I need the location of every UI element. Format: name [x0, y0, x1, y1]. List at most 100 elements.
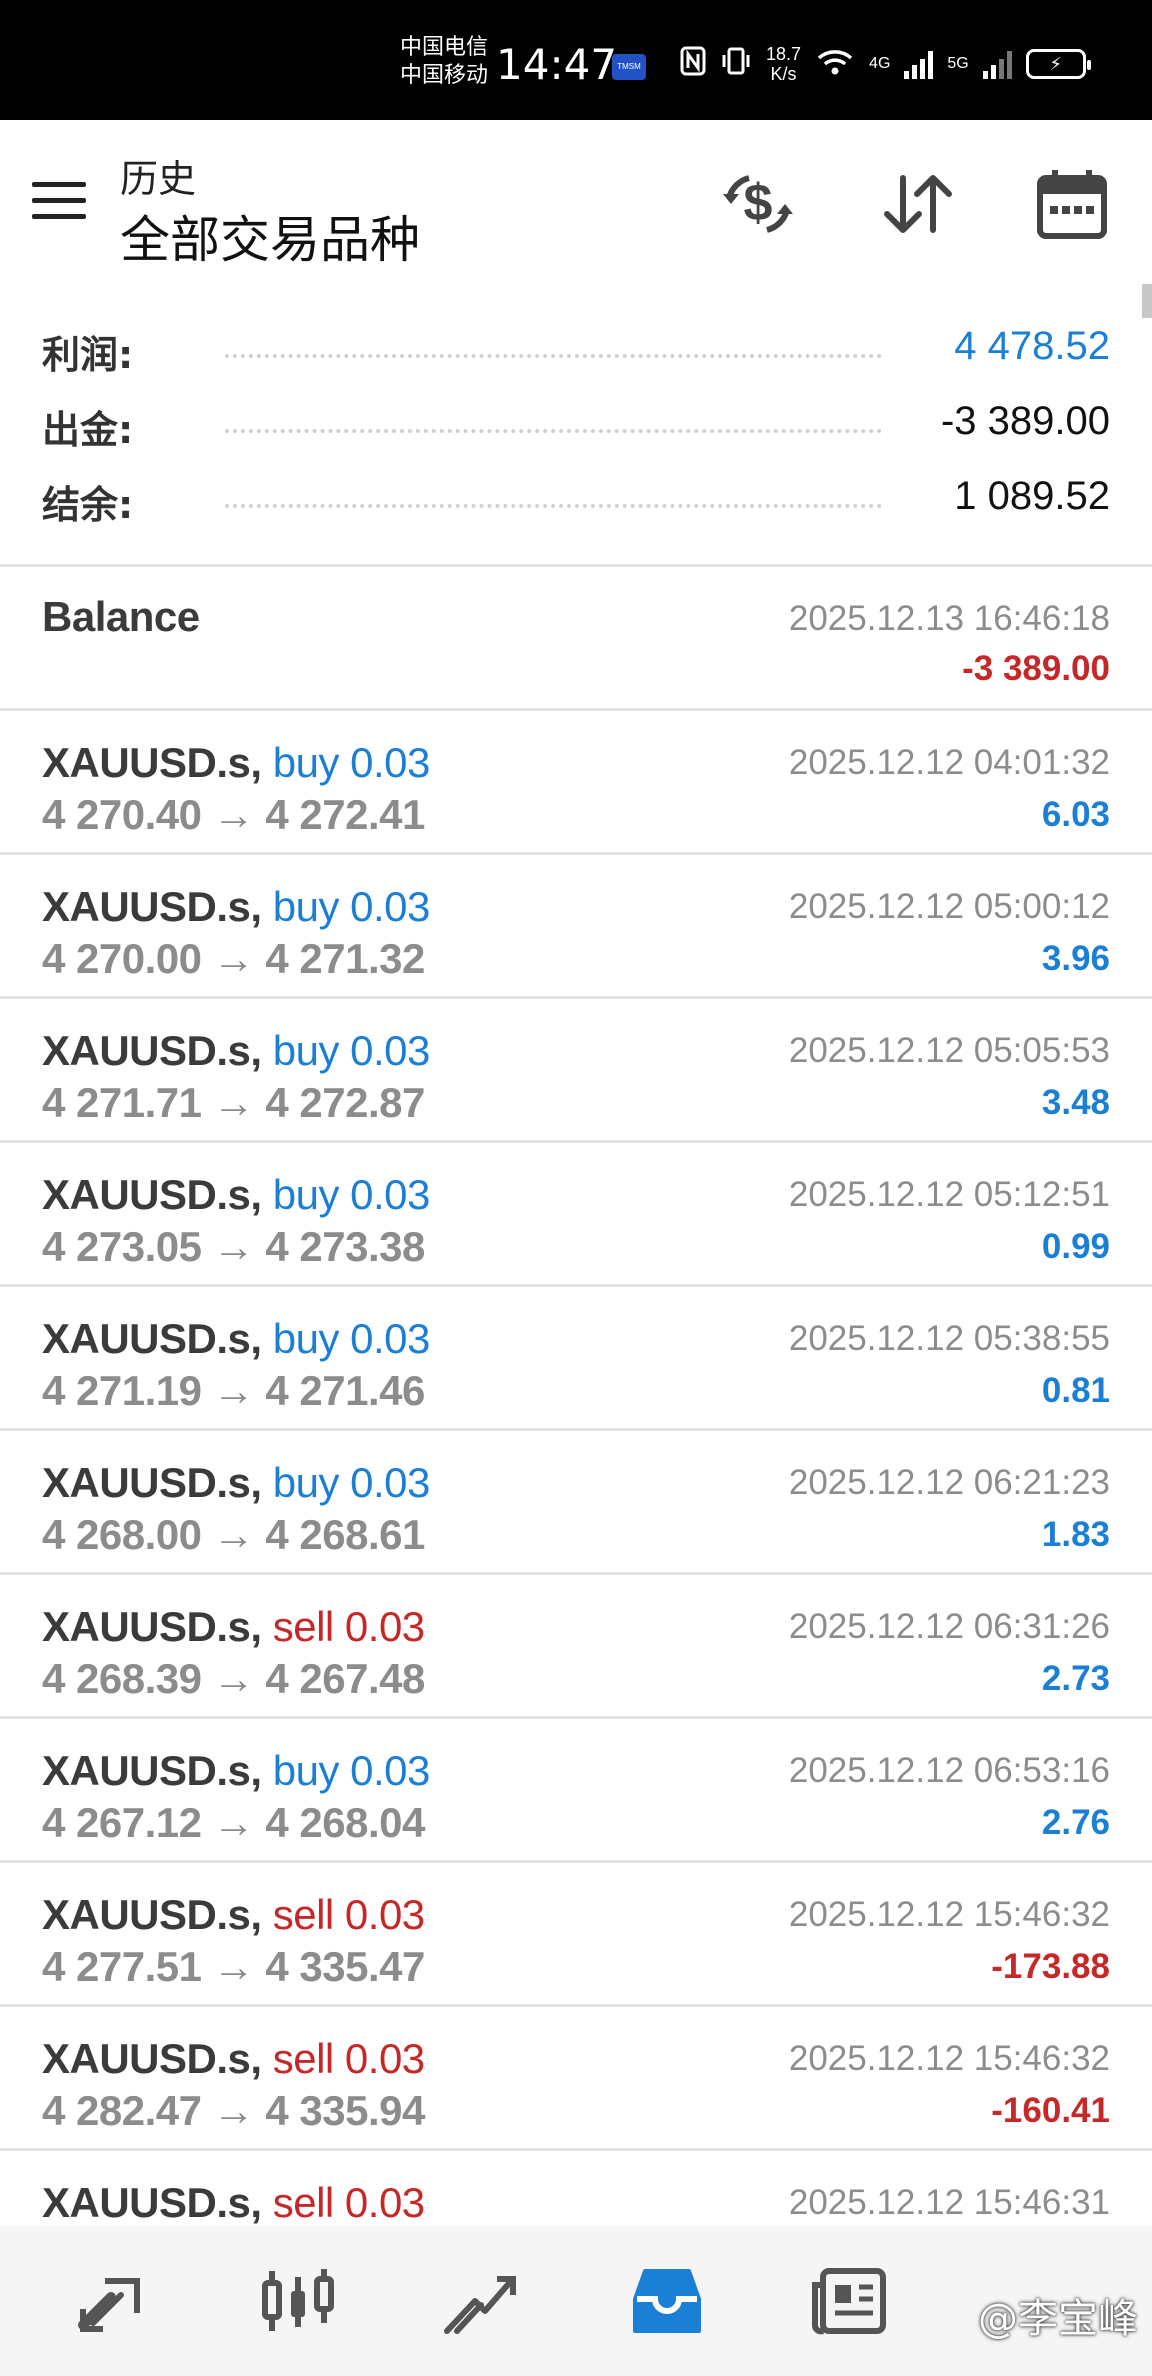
vibrate-icon	[720, 46, 752, 82]
trade-symbol: XAUUSD.s,	[42, 883, 262, 930]
trade-row[interactable]: XAUUSD.s, buy 0.03 4 273.05 → 4 273.38 202…	[0, 1143, 1152, 1287]
menu-icon-bar	[32, 198, 86, 203]
trade-close-price: 4 335.47	[265, 1943, 425, 1990]
trade-side: sell 0.03	[272, 1891, 425, 1938]
trade-prices: 4 268.00 → 4 268.61	[42, 1511, 425, 1559]
calendar-icon[interactable]	[1032, 164, 1112, 244]
arrow-right-icon: →	[212, 1511, 255, 1558]
trade-title: XAUUSD.s, buy 0.03	[42, 1315, 430, 1363]
trade-open-price: 4 267.12	[42, 1799, 202, 1846]
trade-time: 2025.12.12 15:46:32	[788, 1895, 1110, 1934]
trade-symbol: XAUUSD.s,	[42, 2035, 262, 2082]
trade-time: 2025.12.12 06:31:26	[788, 1607, 1110, 1646]
status-bar: 中国电信 中国移动 14:47 TMSM 18.7 K/s 4G 5G ⚡	[0, 0, 1152, 120]
app-header: 历史 全部交易品种 $	[0, 120, 1152, 280]
trade-symbol: XAUUSD.s,	[42, 1603, 262, 1650]
chart-icon[interactable]	[252, 2256, 342, 2346]
trade-row[interactable]: XAUUSD.s, buy 0.03 4 267.12 → 4 268.04 202…	[0, 1719, 1152, 1863]
trade-time: 2025.12.12 05:05:53	[788, 1031, 1110, 1070]
trade-title: XAUUSD.s, sell 0.03	[42, 1603, 425, 1651]
trade-open-price: 4 271.71	[42, 1079, 202, 1126]
nfc-icon	[680, 46, 706, 82]
arrow-right-icon: →	[212, 2087, 255, 2134]
trade-title: XAUUSD.s, buy 0.03	[42, 1747, 430, 1795]
trade-row[interactable]: XAUUSD.s, sell 0.03 4 277.51 → 4 335.47 20…	[0, 1863, 1152, 2007]
trade-profit: -173.88	[991, 1947, 1110, 1986]
trade-side: sell 0.03	[272, 2035, 425, 2082]
svg-text:$: $	[744, 174, 773, 232]
arrow-right-icon: →	[212, 791, 255, 838]
trade-time: 2025.12.12 04:01:32	[788, 743, 1110, 782]
trade-close-price: 4 271.46	[265, 1367, 425, 1414]
trade-side: buy 0.03	[272, 1027, 431, 1074]
trade-title: XAUUSD.s, sell 0.03	[42, 1891, 425, 1939]
trade-symbol: XAUUSD.s,	[42, 2179, 262, 2226]
network-speed: 18.7 K/s	[766, 44, 801, 84]
trade-profit: 3.48	[1041, 1083, 1110, 1122]
trade-row[interactable]: XAUUSD.s, buy 0.03 4 271.19 → 4 271.46 202…	[0, 1287, 1152, 1431]
arrow-right-icon: →	[212, 1799, 255, 1846]
trade-profit: 6.03	[1041, 795, 1110, 834]
trade-row[interactable]: XAUUSD.s, buy 0.03 4 270.00 → 4 271.32 202…	[0, 855, 1152, 999]
leader-dots	[225, 354, 882, 358]
trade-profit: 0.81	[1041, 1371, 1110, 1410]
trade-open-price: 4 270.00	[42, 935, 202, 982]
menu-button[interactable]	[32, 182, 86, 222]
sort-icon[interactable]	[878, 164, 958, 244]
history-list: Balance 2025.12.13 16:46:18 -3 389.00 XA…	[0, 564, 1152, 2295]
balance-entry[interactable]: Balance 2025.12.13 16:46:18 -3 389.00	[0, 567, 1152, 711]
summary-value: -3 389.00	[940, 399, 1110, 443]
bottom-nav: @李宝峰	[0, 2226, 1152, 2376]
watermark: @李宝峰	[978, 2296, 1138, 2342]
currency-exchange-icon[interactable]: $	[718, 164, 798, 244]
symbol-filter-title[interactable]: 全部交易品种	[120, 200, 420, 272]
trade-side: buy 0.03	[272, 1459, 431, 1506]
trade-time: 2025.12.12 05:38:55	[788, 1319, 1110, 1358]
trade-row[interactable]: XAUUSD.s, buy 0.03 4 268.00 → 4 268.61 202…	[0, 1431, 1152, 1575]
signal-2-icon	[982, 49, 1012, 79]
quotes-icon[interactable]	[70, 2256, 160, 2346]
entry-time: 2025.12.13 16:46:18	[788, 599, 1110, 638]
trade-profit: 2.73	[1041, 1659, 1110, 1698]
trade-title: XAUUSD.s, buy 0.03	[42, 1459, 430, 1507]
history-icon[interactable]	[622, 2256, 712, 2346]
summary-row-balance: 结余: 1 089.52	[0, 460, 1152, 535]
trade-profit: 0.99	[1041, 1227, 1110, 1266]
summary-label: 利润:	[42, 333, 134, 377]
trade-open-price: 4 282.47	[42, 2087, 202, 2134]
status-time: 14:47	[496, 40, 618, 89]
summary-row-profit: 利润: 4 478.52	[0, 310, 1152, 385]
news-icon[interactable]	[804, 2256, 894, 2346]
trade-open-price: 4 271.19	[42, 1367, 202, 1414]
trade-time: 2025.12.12 15:46:31	[788, 2183, 1110, 2222]
page-title: 历史	[120, 157, 197, 201]
trade-side: buy 0.03	[272, 1171, 431, 1218]
entry-amount: -3 389.00	[962, 649, 1110, 688]
trade-prices: 4 270.40 → 4 272.41	[42, 791, 425, 839]
trade-symbol: XAUUSD.s,	[42, 1027, 262, 1074]
trade-prices: 4 268.39 → 4 267.48	[42, 1655, 425, 1703]
menu-icon-bar	[32, 182, 86, 187]
speed-unit: K/s	[770, 64, 797, 84]
trade-title: XAUUSD.s, buy 0.03	[42, 883, 430, 931]
wifi-icon	[815, 46, 855, 82]
trade-icon[interactable]	[436, 2256, 526, 2346]
trade-title: XAUUSD.s, sell 0.03	[42, 2179, 425, 2227]
arrow-right-icon: →	[212, 1655, 255, 1702]
summary-value: 4 478.52	[954, 324, 1110, 368]
trade-row[interactable]: XAUUSD.s, sell 0.03 4 282.47 → 4 335.94 20…	[0, 2007, 1152, 2151]
trade-title: XAUUSD.s, buy 0.03	[42, 1027, 430, 1075]
trade-row[interactable]: XAUUSD.s, buy 0.03 4 271.71 → 4 272.87 202…	[0, 999, 1152, 1143]
trade-side: sell 0.03	[272, 2179, 425, 2226]
trade-row[interactable]: XAUUSD.s, sell 0.03 4 268.39 → 4 267.48 20…	[0, 1575, 1152, 1719]
trade-time: 2025.12.12 05:12:51	[788, 1175, 1110, 1214]
trade-side: buy 0.03	[272, 1315, 431, 1362]
trade-rows: XAUUSD.s, buy 0.03 4 270.40 → 4 272.41 202…	[0, 711, 1152, 2295]
trade-prices: 4 282.47 → 4 335.94	[42, 2087, 425, 2135]
trade-side: sell 0.03	[272, 1603, 425, 1650]
signal-1-icon	[904, 49, 934, 79]
trade-close-price: 4 271.32	[265, 935, 425, 982]
trade-close-price: 4 272.41	[265, 791, 425, 838]
trade-title: XAUUSD.s, buy 0.03	[42, 1171, 430, 1219]
trade-row[interactable]: XAUUSD.s, buy 0.03 4 270.40 → 4 272.41 202…	[0, 711, 1152, 855]
